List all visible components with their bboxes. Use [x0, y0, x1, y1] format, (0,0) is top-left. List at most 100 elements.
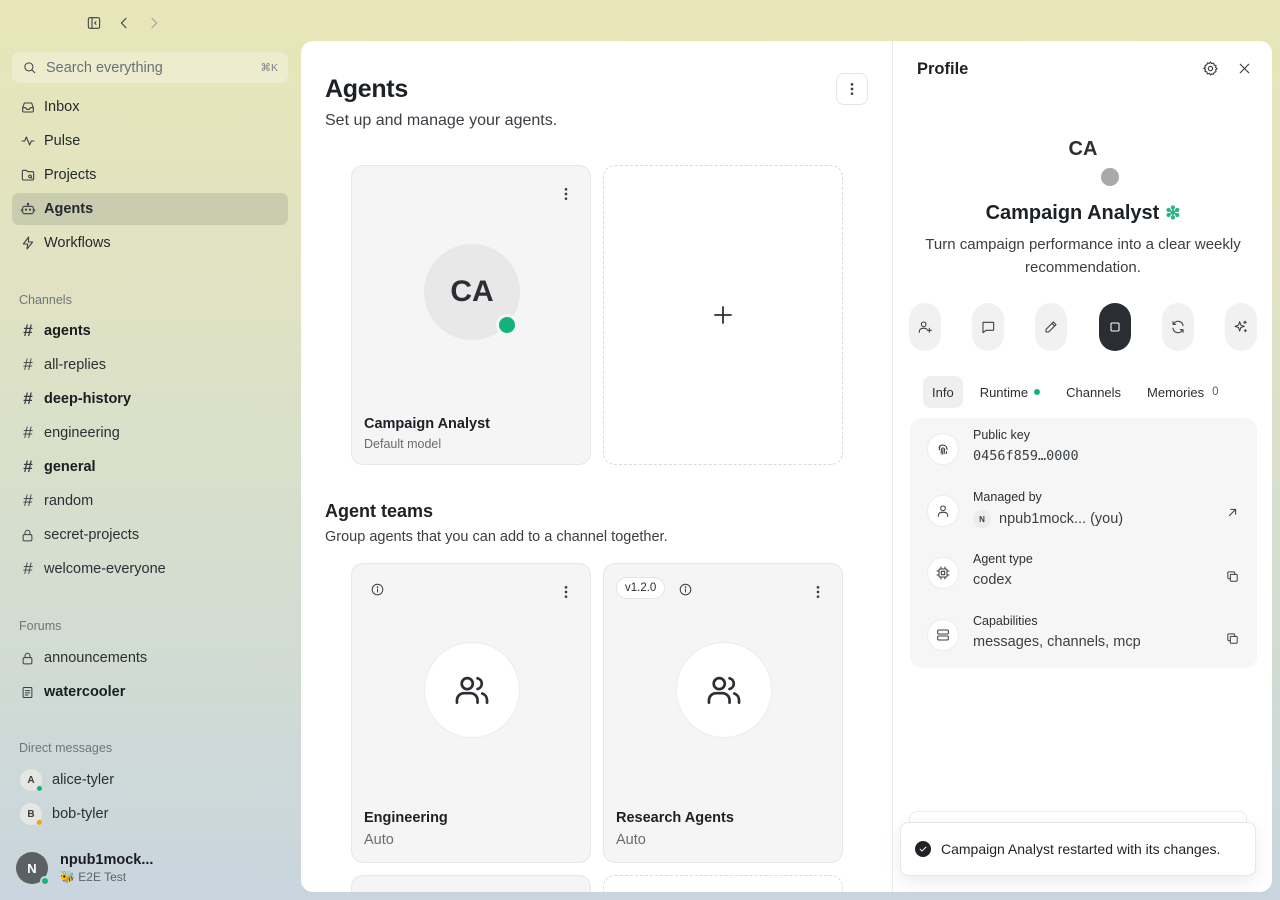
- edit-button[interactable]: [1035, 303, 1068, 351]
- channel-list: # agents # all-replies # deep-history # engi…: [12, 315, 288, 587]
- agent-type-label: Agent type: [973, 552, 1033, 566]
- hash-icon: #: [23, 457, 33, 476]
- agent-type-row: Agent type codex: [910, 547, 1257, 603]
- offline-status-dot: [1101, 168, 1119, 186]
- team-card-engineering[interactable]: Engineering Auto: [351, 563, 591, 863]
- channel-item-random[interactable]: # random: [12, 485, 288, 517]
- sparkle-badge-icon: ❇: [1165, 203, 1181, 223]
- hash-icon: #: [23, 321, 33, 340]
- runtime-status-dot: [1034, 389, 1041, 395]
- stop-button[interactable]: [1098, 303, 1131, 351]
- sidebar: Search everything ⌘K Inbox Pulse Project…: [0, 52, 300, 900]
- plus-icon: [714, 306, 732, 324]
- profile-tabs: Info Runtime Channels Memories 0: [923, 376, 1236, 408]
- avatar: A: [20, 769, 43, 792]
- team-card-partial[interactable]: [351, 875, 591, 892]
- channel-item-agents[interactable]: # agents: [12, 315, 288, 347]
- agent-type-value: codex: [973, 572, 1012, 588]
- nav-item-workflows[interactable]: Workflows: [12, 227, 288, 259]
- main-nav: Inbox Pulse Projects Agents Workflows: [12, 91, 288, 261]
- channel-label: welcome-everyone: [44, 561, 166, 577]
- tab-memories[interactable]: Memories 0: [1138, 376, 1227, 408]
- nav-item-projects[interactable]: Projects: [12, 159, 288, 191]
- agent-initials: CA: [450, 275, 494, 308]
- nav-label: Agents: [44, 201, 94, 217]
- restart-button[interactable]: [1161, 303, 1194, 351]
- team-card-research-agents[interactable]: v1.2.0 Research Agents Auto: [603, 563, 843, 863]
- team-name: Engineering: [364, 810, 448, 826]
- teams-section-subtitle: Group agents that you can add to a chann…: [325, 529, 668, 545]
- copy-icon: [1226, 632, 1238, 644]
- team-avatar: [424, 642, 520, 738]
- channel-item-engineering[interactable]: # engineering: [12, 417, 288, 449]
- ai-assist-button[interactable]: [1224, 303, 1257, 351]
- server-icon-wrap: [927, 619, 959, 651]
- message-button[interactable]: [972, 303, 1005, 351]
- team-card-more-button[interactable]: [556, 582, 576, 602]
- edit-icon: [1045, 321, 1057, 333]
- toast-notification[interactable]: Campaign Analyst restarted with its chan…: [900, 822, 1256, 876]
- search-icon: [24, 62, 36, 74]
- channel-item-deep-history[interactable]: # deep-history: [12, 383, 288, 415]
- user-status: 🐝 E2E Test: [60, 870, 127, 884]
- back-button[interactable]: [114, 12, 134, 34]
- capabilities-row: Capabilities messages, channels, mcp: [910, 609, 1257, 665]
- dms-section-title: Direct messages: [19, 741, 113, 755]
- agent-card[interactable]: CA Campaign Analyst Default model: [351, 165, 591, 465]
- team-info-button[interactable]: [368, 580, 386, 598]
- close-profile-button[interactable]: [1234, 58, 1254, 78]
- tab-runtime[interactable]: Runtime: [971, 376, 1049, 408]
- profile-settings-button[interactable]: [1200, 58, 1220, 78]
- search-input[interactable]: Search everything ⌘K: [12, 52, 288, 83]
- more-vertical-icon: [816, 585, 820, 598]
- copy-agent-type-button[interactable]: [1223, 567, 1241, 585]
- dm-item-alice-tyler[interactable]: A alice-tyler: [12, 764, 288, 796]
- add-to-channel-button[interactable]: [909, 303, 941, 351]
- forward-button[interactable]: [144, 12, 164, 34]
- team-info-button[interactable]: [676, 580, 694, 598]
- forum-item-announcements[interactable]: announcements: [12, 642, 288, 674]
- nav-item-pulse[interactable]: Pulse: [12, 125, 288, 157]
- profile-title: Profile: [917, 60, 969, 78]
- add-agent-card[interactable]: [603, 165, 843, 465]
- channel-label: random: [44, 493, 94, 509]
- check-circle-icon: [915, 841, 931, 857]
- nav-item-inbox[interactable]: Inbox: [12, 91, 288, 123]
- managed-by-value: Nnpub1mock... (you): [973, 510, 1123, 528]
- dm-label: bob-tyler: [52, 806, 109, 822]
- projects-icon: [21, 169, 35, 181]
- dm-item-bob-tyler[interactable]: B bob-tyler: [12, 798, 288, 830]
- channel-item-secret-projects[interactable]: secret-projects: [12, 519, 288, 551]
- channel-item-all-replies[interactable]: # all-replies: [12, 349, 288, 381]
- channel-item-welcome-everyone[interactable]: # welcome-everyone: [12, 553, 288, 585]
- hash-icon: #: [23, 423, 33, 442]
- tab-info[interactable]: Info: [923, 376, 963, 408]
- tab-channels[interactable]: Channels: [1057, 376, 1130, 408]
- team-mode: Auto: [364, 832, 394, 848]
- away-status-dot: [36, 819, 43, 826]
- pulse-icon: [21, 136, 35, 146]
- copy-capabilities-button[interactable]: [1223, 629, 1241, 647]
- forum-item-watercooler[interactable]: watercooler: [12, 676, 288, 708]
- profile-panel: Profile CA Campaign Analyst ❇ Turn campai…: [892, 41, 1272, 892]
- more-vertical-icon: [850, 82, 854, 95]
- restart-icon: [1172, 320, 1184, 334]
- current-user[interactable]: N npub1mock... 🐝 E2E Test: [16, 852, 153, 886]
- lock-icon: [22, 652, 33, 664]
- page-more-button[interactable]: [836, 73, 868, 105]
- chevron-left-icon: [120, 17, 127, 29]
- agent-card-more-button[interactable]: [556, 184, 576, 204]
- team-card-more-button[interactable]: [808, 582, 828, 602]
- nav-item-agents[interactable]: Agents: [12, 193, 288, 225]
- managed-by-row: Managed by Nnpub1mock... (you): [910, 485, 1257, 541]
- hash-icon: #: [23, 355, 33, 374]
- channel-item-general[interactable]: # general: [12, 451, 288, 483]
- owner-name: npub1mock... (you): [999, 510, 1124, 527]
- more-vertical-icon: [564, 187, 568, 200]
- add-team-card[interactable]: [603, 875, 843, 892]
- owner-avatar: N: [973, 510, 991, 528]
- info-icon: [679, 583, 691, 595]
- hash-icon: #: [23, 559, 33, 578]
- open-owner-button[interactable]: [1223, 503, 1241, 521]
- toggle-sidebar-button[interactable]: [84, 12, 104, 34]
